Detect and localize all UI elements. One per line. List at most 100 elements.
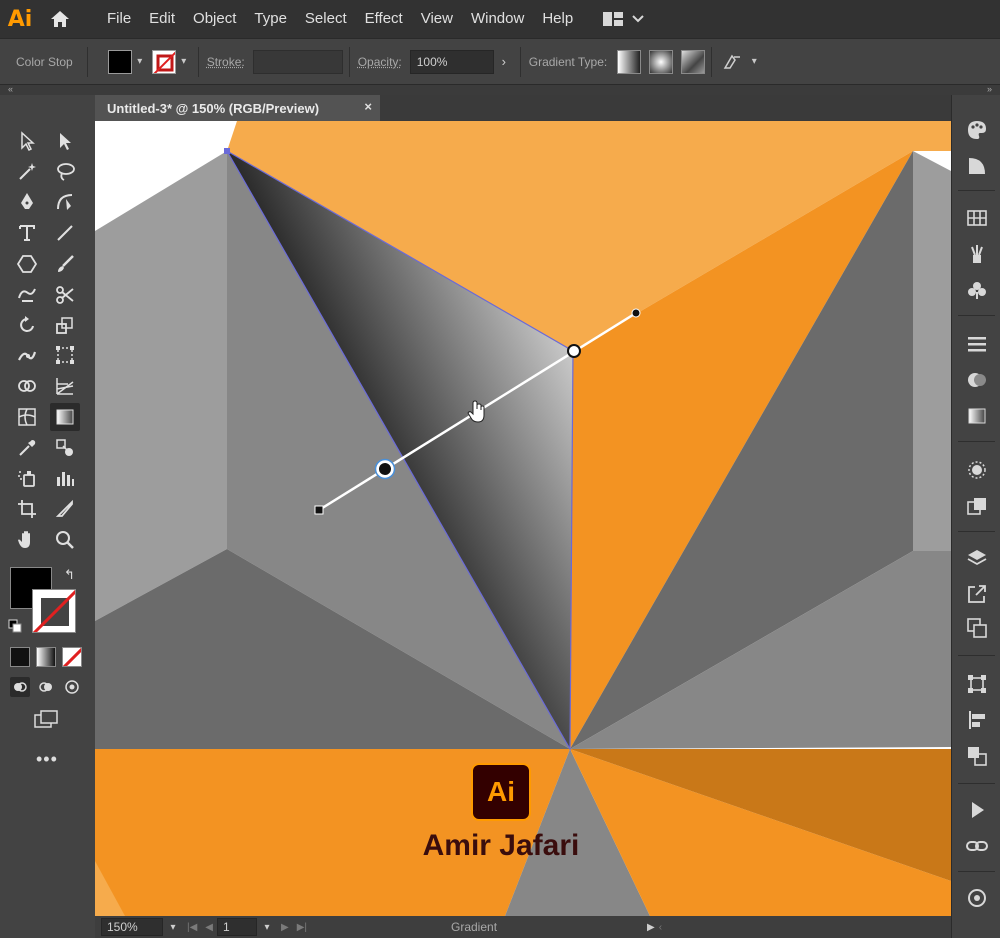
next-artboard-icon[interactable]: ▶: [277, 922, 293, 933]
gradient-stop-black[interactable]: [376, 460, 394, 478]
pathfinder-panel-icon[interactable]: [964, 743, 990, 769]
gradient-mode-button[interactable]: [36, 647, 56, 667]
magic-wand-icon[interactable]: [12, 157, 42, 185]
chevron-down-icon[interactable]: ▾: [163, 922, 183, 933]
play-icon[interactable]: ▶: [647, 922, 655, 933]
type-tool-icon[interactable]: [12, 219, 42, 247]
collapse-right-icon[interactable]: »: [987, 84, 992, 94]
artboard-tool-icon[interactable]: [12, 495, 42, 523]
draw-normal-icon[interactable]: [10, 677, 30, 697]
chevron-right-icon[interactable]: ›: [494, 50, 514, 74]
freeform-gradient-button[interactable]: [681, 49, 706, 74]
menu-edit[interactable]: Edit: [140, 0, 184, 38]
transparency-panel-icon[interactable]: [964, 367, 990, 393]
symbols-panel-icon[interactable]: [964, 277, 990, 303]
libraries-panel-icon[interactable]: [964, 885, 990, 911]
shape-builder-icon[interactable]: [12, 372, 42, 400]
menu-type[interactable]: Type: [245, 0, 296, 38]
menu-file[interactable]: File: [98, 0, 140, 38]
gradient-panel-icon[interactable]: [964, 403, 990, 429]
width-tool-icon[interactable]: [12, 341, 42, 369]
collapse-left-icon[interactable]: «: [8, 84, 13, 94]
eyedropper-icon[interactable]: [12, 434, 42, 462]
artboards-panel-icon[interactable]: [964, 615, 990, 641]
curvature-tool-icon[interactable]: [50, 188, 80, 216]
artboard-canvas[interactable]: Ai Amir Jafari: [95, 121, 951, 916]
zoom-level-field[interactable]: 150%: [101, 918, 163, 936]
graphic-styles-icon[interactable]: [964, 493, 990, 519]
shaper-tool-icon[interactable]: [12, 281, 42, 309]
align-panel-icon[interactable]: [964, 707, 990, 733]
opacity-input[interactable]: 100%: [409, 49, 494, 74]
artboard-number-field[interactable]: 1: [217, 918, 257, 936]
perspective-grid-icon[interactable]: [50, 372, 80, 400]
home-icon[interactable]: [40, 0, 80, 38]
fill-swatch[interactable]: [107, 49, 132, 74]
rotate-tool-icon[interactable]: [12, 311, 42, 339]
actions-panel-icon[interactable]: [964, 797, 990, 823]
blend-tool-icon[interactable]: [50, 434, 80, 462]
first-artboard-icon[interactable]: |◀: [183, 922, 201, 933]
gradient-origin-handle[interactable]: [314, 505, 324, 515]
edit-toolbar-icon[interactable]: •••: [36, 749, 58, 770]
brushes-panel-icon[interactable]: [964, 241, 990, 267]
chevron-down-icon[interactable]: ▾: [746, 56, 762, 67]
gradient-end-handle[interactable]: [631, 308, 641, 318]
menu-select[interactable]: Select: [296, 0, 356, 38]
draw-behind-icon[interactable]: [36, 677, 56, 697]
transform-panel-icon[interactable]: [964, 671, 990, 697]
opacity-label[interactable]: Opacity:: [358, 55, 402, 69]
appearance-panel-icon[interactable]: [964, 457, 990, 483]
align-options-icon[interactable]: [718, 50, 746, 74]
links-panel-icon[interactable]: [964, 833, 990, 859]
current-tool-label[interactable]: Gradient: [451, 920, 497, 934]
stroke-weight-field[interactable]: [252, 49, 343, 74]
stroke-panel-icon[interactable]: [964, 331, 990, 357]
menu-window[interactable]: Window: [462, 0, 533, 38]
menu-effect[interactable]: Effect: [356, 0, 412, 38]
chevron-down-icon[interactable]: ▾: [176, 56, 192, 67]
document-tab[interactable]: Untitled-3* @ 150% (RGB/Preview) ×: [95, 95, 380, 121]
zoom-tool-icon[interactable]: [50, 526, 80, 554]
swatches-panel-icon[interactable]: [964, 205, 990, 231]
menu-view[interactable]: View: [412, 0, 462, 38]
none-mode-button[interactable]: [62, 647, 82, 667]
stroke-color-swatch[interactable]: [32, 589, 76, 633]
swap-colors-icon[interactable]: ↰: [64, 567, 75, 583]
linear-gradient-button[interactable]: [617, 49, 642, 74]
lasso-icon[interactable]: [50, 157, 80, 185]
color-guide-icon[interactable]: [964, 153, 990, 179]
menu-object[interactable]: Object: [184, 0, 245, 38]
stroke-swatch[interactable]: [151, 49, 176, 74]
chevron-down-icon[interactable]: ▾: [132, 56, 148, 67]
default-colors-icon[interactable]: [8, 619, 22, 633]
mesh-tool-icon[interactable]: [12, 403, 42, 431]
slice-tool-icon[interactable]: [50, 495, 80, 523]
layers-panel-icon[interactable]: [964, 545, 990, 571]
last-artboard-icon[interactable]: ▶|: [293, 922, 311, 933]
color-mode-button[interactable]: [10, 647, 30, 667]
workspace-switcher[interactable]: [602, 11, 644, 27]
selection-tool-icon[interactable]: [12, 127, 42, 155]
line-tool-icon[interactable]: [50, 219, 80, 247]
anchor-point[interactable]: [224, 148, 230, 154]
direct-selection-tool-icon[interactable]: [50, 127, 80, 155]
stroke-label[interactable]: Stroke:: [207, 55, 245, 69]
scroll-left-icon[interactable]: ‹: [655, 922, 666, 933]
menu-help[interactable]: Help: [533, 0, 582, 38]
free-transform-icon[interactable]: [50, 341, 80, 369]
close-icon[interactable]: ×: [364, 99, 372, 114]
color-panel-icon[interactable]: [964, 117, 990, 143]
asset-export-icon[interactable]: [964, 581, 990, 607]
scissors-icon[interactable]: [50, 281, 80, 309]
column-graph-icon[interactable]: [50, 464, 80, 492]
paintbrush-icon[interactable]: [50, 250, 80, 278]
symbol-sprayer-icon[interactable]: [12, 464, 42, 492]
pen-tool-icon[interactable]: [12, 188, 42, 216]
gradient-tool-icon[interactable]: [50, 403, 80, 431]
draw-inside-icon[interactable]: [62, 677, 82, 697]
radial-gradient-button[interactable]: [649, 49, 674, 74]
scale-tool-icon[interactable]: [50, 311, 80, 339]
screen-mode-icon[interactable]: [32, 708, 62, 732]
gradient-stop-white[interactable]: [567, 344, 581, 358]
